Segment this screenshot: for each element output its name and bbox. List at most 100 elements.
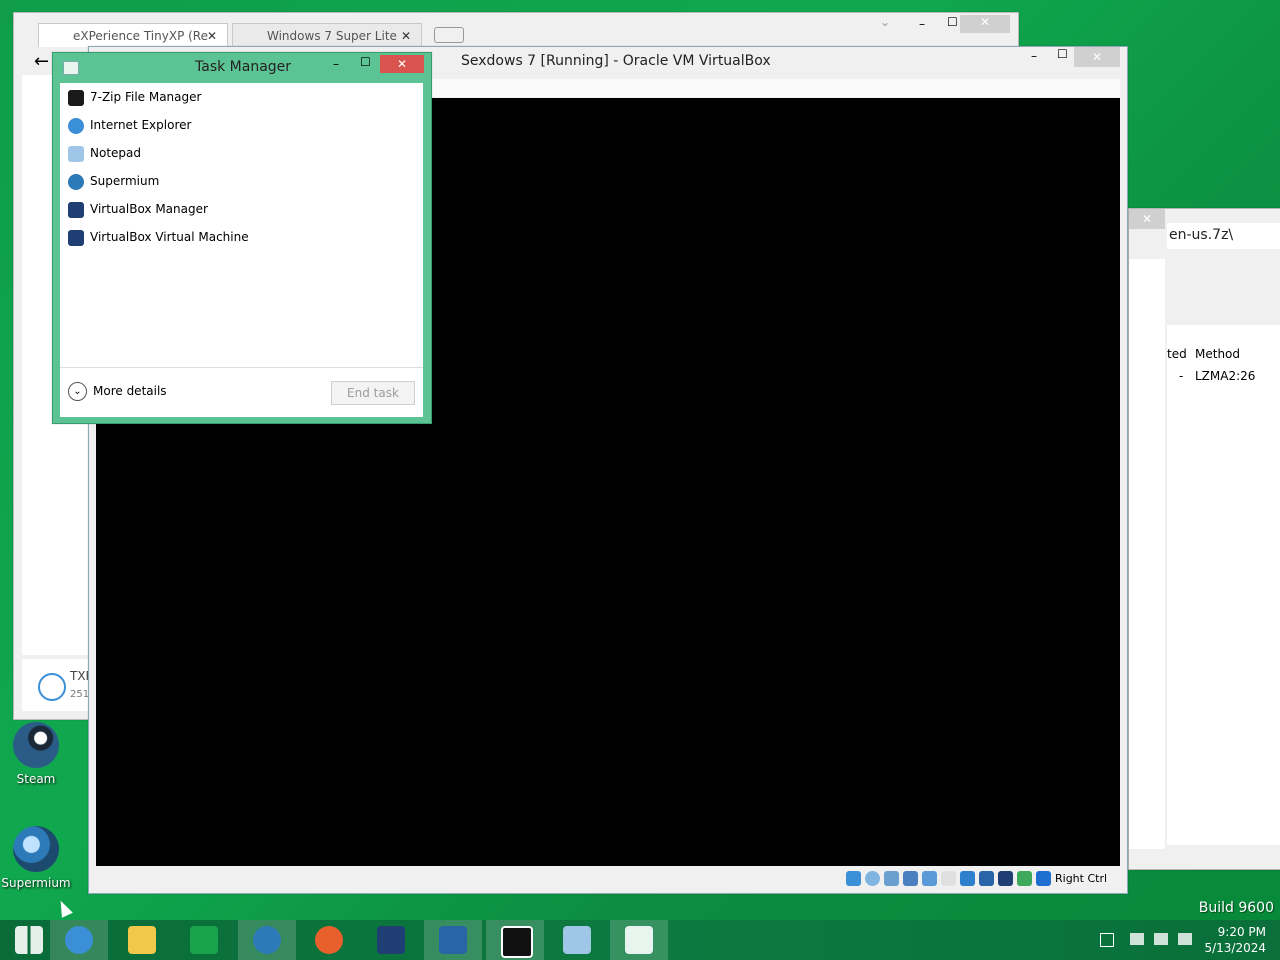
task-list: 7-Zip File Manager Internet Explorer Not… (60, 83, 423, 417)
taskbar-notepad[interactable] (548, 920, 606, 960)
taskbar-vm[interactable] (424, 920, 482, 960)
taskbar-store[interactable] (175, 920, 233, 960)
close-icon[interactable]: ✕ (401, 24, 411, 48)
ie-icon (65, 926, 93, 954)
shared-folders-icon[interactable] (941, 871, 956, 886)
cell-method: LZMA2:26 (1195, 369, 1256, 383)
supermium-icon (253, 926, 281, 954)
close-button[interactable]: ✕ (1074, 47, 1120, 67)
taskbar-ie[interactable] (50, 920, 108, 960)
action-center-icon[interactable] (1130, 933, 1144, 945)
desktop-icon-supermium[interactable]: Supermium (0, 826, 76, 890)
taskbar-firefox[interactable] (300, 920, 358, 960)
end-task-button[interactable]: End task (331, 381, 415, 405)
display-icon[interactable] (960, 871, 975, 886)
taskbar: 9:20 PM 5/13/2024 (0, 920, 1280, 960)
7zip-icon (501, 926, 533, 958)
task-label: Notepad (90, 146, 141, 160)
clock-date: 5/13/2024 (1204, 941, 1266, 955)
mouse-integration-icon[interactable] (1017, 871, 1032, 886)
taskbar-supermium[interactable] (238, 920, 296, 960)
task-label: Supermium (90, 174, 160, 188)
desktop-icon-steam[interactable]: Steam (0, 722, 76, 786)
audio-icon[interactable] (884, 871, 899, 886)
task-item[interactable]: VirtualBox Virtual Machine (68, 226, 249, 248)
keyboard-capture-icon[interactable] (1036, 871, 1051, 886)
maximize-button[interactable]: ☐ (360, 55, 371, 69)
more-details-label: More details (93, 384, 167, 398)
task-label: VirtualBox Virtual Machine (90, 230, 249, 244)
more-details-button[interactable]: ⌄ More details (68, 382, 167, 401)
task-manager-window[interactable]: Task Manager – ☐ ✕ 7-Zip File Manager In… (52, 52, 432, 424)
tab-label: eXPerience TinyXP (Re (73, 29, 208, 43)
taskbar-task-manager[interactable] (610, 920, 668, 960)
sevenzip-window[interactable]: ✕ en-us.7z\ ted Method - LZMA2:26 (1128, 208, 1280, 870)
vm-statusbar: Right Ctrl (96, 869, 1120, 889)
tab-label: Windows 7 Super Lite (267, 29, 397, 43)
taskbar-file-explorer[interactable] (113, 920, 171, 960)
minimize-button[interactable]: – (919, 17, 925, 31)
volume-muted-icon[interactable] (1178, 933, 1192, 945)
download-size: 251 (70, 689, 90, 700)
toolbar-area (1167, 275, 1280, 325)
virtualbox-icon (377, 926, 405, 954)
tab-win7-superlite[interactable]: Windows 7 Super Lite ✕ (232, 23, 422, 47)
clock[interactable]: 9:20 PM 5/13/2024 (1204, 924, 1266, 956)
close-button[interactable]: ✕ (1129, 209, 1165, 229)
optical-drive-icon[interactable] (865, 871, 880, 886)
video-capture-icon[interactable] (979, 871, 994, 886)
close-button[interactable]: ✕ (380, 55, 424, 73)
chevron-down-icon: ⌄ (68, 382, 87, 401)
close-icon[interactable]: ✕ (207, 24, 217, 48)
close-button[interactable]: ✕ (960, 15, 1010, 33)
scrollbar[interactable] (1129, 259, 1165, 849)
build-watermark: Build 9600 (1198, 900, 1274, 916)
7zip-icon (68, 89, 84, 106)
column-header-packed[interactable]: ted (1167, 347, 1187, 361)
file-list[interactable]: ted Method - LZMA2:26 (1167, 325, 1280, 845)
usb-icon[interactable] (922, 871, 937, 886)
network-icon[interactable] (1154, 933, 1168, 945)
task-item[interactable]: Supermium (68, 170, 159, 192)
address-path: en-us.7z\ (1169, 227, 1234, 243)
maximize-button[interactable]: ☐ (947, 15, 958, 29)
maximize-button[interactable]: ☐ (1057, 47, 1068, 61)
notepad-icon (563, 926, 591, 954)
hard-disk-icon[interactable] (846, 871, 861, 886)
download-item[interactable]: TXP 251 (22, 659, 93, 711)
task-item[interactable]: Internet Explorer (68, 114, 191, 136)
desktop-icon-label: Supermium (1, 876, 71, 890)
network-icon[interactable] (903, 871, 918, 886)
task-item[interactable]: VirtualBox Manager (68, 198, 208, 220)
task-manager-icon (63, 61, 79, 75)
task-manager-icon (625, 926, 653, 954)
new-tab-button[interactable] (434, 27, 464, 43)
minimize-button[interactable]: – (333, 57, 339, 71)
supermium-icon (13, 826, 59, 872)
desktop-icon-label: Steam (16, 772, 56, 786)
column-header-method[interactable]: Method (1195, 347, 1240, 361)
task-label: Internet Explorer (90, 118, 192, 132)
task-item[interactable]: 7-Zip File Manager (68, 86, 201, 108)
virtualbox-icon (68, 201, 84, 218)
virtualbox-icon (68, 229, 84, 246)
minimize-button[interactable]: – (1031, 49, 1037, 63)
cpu-icon[interactable] (998, 871, 1013, 886)
ie-icon (68, 117, 84, 134)
tab-tinyxp[interactable]: eXPerience TinyXP (Re ✕ (38, 23, 228, 47)
windows-logo-icon (15, 926, 43, 954)
taskbar-virtualbox[interactable] (362, 920, 420, 960)
windows7-vm-icon (439, 926, 467, 954)
chevron-down-icon[interactable]: ⌄ (880, 15, 890, 29)
address-bar[interactable]: en-us.7z\ (1167, 223, 1280, 249)
show-desktop-icon[interactable] (1100, 933, 1114, 947)
task-item[interactable]: Notepad (68, 142, 141, 164)
file-icon (38, 673, 66, 701)
task-label: 7-Zip File Manager (90, 90, 202, 104)
taskbar-7zip[interactable] (486, 920, 544, 960)
back-arrow-icon[interactable]: ← (34, 51, 49, 72)
notepad-icon (68, 145, 84, 162)
clock-time: 9:20 PM (1217, 925, 1266, 939)
window-title: Task Manager (195, 59, 292, 75)
host-key-label: Right Ctrl (1055, 872, 1108, 885)
